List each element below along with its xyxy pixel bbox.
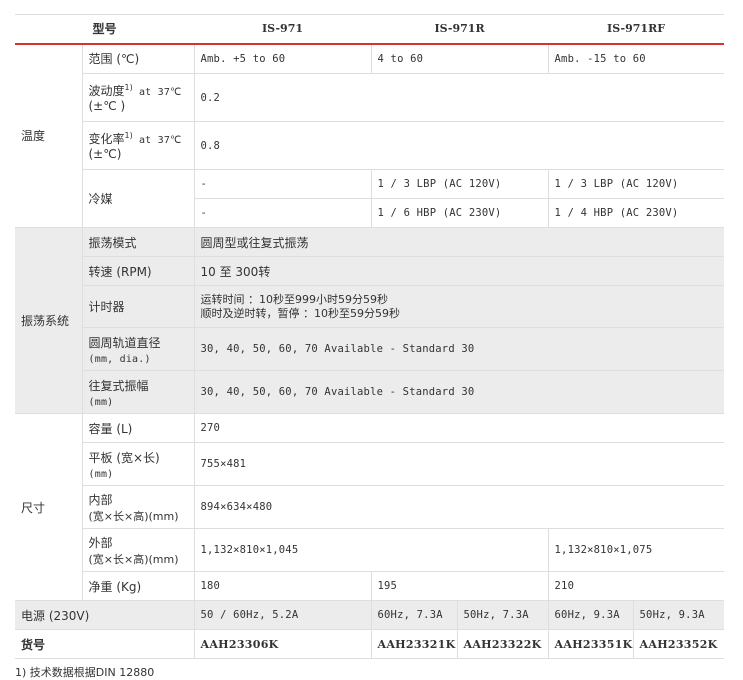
label-capacity: 容量 (L) [81,413,195,443]
fluct-sup: 1) [124,83,133,92]
cell-refrig-1-2: 1 / 3 LBP (AC 120V) [370,169,549,199]
timer-line-1: 运转时间 ：10秒至999小时59分59秒 [200,292,388,306]
cell-plate: 755×481 [193,442,725,486]
inner-text: 内部 [88,492,113,507]
inner-unit: (宽×长×高)(mm) [88,509,179,523]
cell-weight-3: 210 [547,571,725,601]
fluct-text: 波动度 [88,84,125,98]
row-catalog: 货号 AAH23306K AAH23321K AAH23322K AAH2335… [15,629,725,659]
timer-line-2: 顺时及逆时转，暂停 ：10秒至59分59秒 [200,306,401,320]
cell-code-5: AAH23352K [632,629,725,659]
cell-timer: 运转时间 ：10秒至999小时59分59秒 顺时及逆时转，暂停 ：10秒至59分… [193,285,725,328]
cell-outer-b: 1,132×810×1,075 [547,528,725,572]
row-weight: 净重 (Kg) 180 195 210 [15,571,725,601]
cell-temp-range-2: 4 to 60 [370,43,549,74]
plate-unit: (mm) [88,468,114,480]
label-amplitude: 往复式振幅 (mm) [81,370,195,414]
cell-weight-2: 195 [370,571,549,601]
row-variation: 变化率1) at 37℃ (±℃) 0.8 [15,121,725,170]
row-fluctuation: 波动度1) at 37℃ (±℃ ) 0.2 [15,73,725,122]
cell-amplitude: 30, 40, 50, 60, 70 Available - Standard … [193,370,725,414]
row-capacity: 尺寸 容量 (L) 270 [15,413,725,601]
cell-power-5: 50Hz, 9.3A [632,600,725,630]
cell-shake-mode: 圆周型或往复式振荡 [193,227,725,257]
row-orbit: 圆周轨道直径 (mm, dia.) 30, 40, 50, 60, 70 Ava… [15,327,725,371]
cell-code-1: AAH23306K [193,629,372,659]
row-speed: 转速 (RPM) 10 至 300转 [15,256,725,286]
label-inner: 内部 (宽×长×高)(mm) [81,485,195,529]
header-row: 型号 IS-971 IS-971R IS-971RF [15,14,725,45]
var-at: at 37℃ [132,135,182,146]
cell-fluctuation: 0.2 [193,73,725,122]
cell-refrig-1-1: - [193,169,372,199]
var-sup: 1) [124,131,133,140]
fluct-unit: (±℃ ) [88,99,126,113]
row-shake-mode: 振荡系统 振荡模式 圆周型或往复式振荡 [15,227,725,414]
cell-power-4: 60Hz, 9.3A [547,600,634,630]
orbit-text: 圆周轨道直径 [88,335,161,350]
label-outer: 外部 (宽×长×高)(mm) [81,528,195,572]
plate-text: 平板 (宽×长) [88,450,160,465]
cell-temp-range-3: Amb. -15 to 60 [547,43,725,74]
header-is-971r: IS-971R [371,14,549,45]
row-outer: 外部 (宽×长×高)(mm) 1,132×810×1,045 1,132×810… [15,528,725,572]
label-shake-mode: 振荡模式 [81,227,195,257]
outer-text: 外部 [88,535,113,550]
label-speed: 转速 (RPM) [81,256,195,286]
cell-inner: 894×634×480 [193,485,725,529]
label-power: 电源 (230V) [15,600,195,630]
label-plate: 平板 (宽×长) (mm) [81,442,195,486]
row-plate: 平板 (宽×长) (mm) 755×481 [15,442,725,486]
label-refrigerant: 冷媒 [81,169,195,228]
cell-temp-range-1: Amb. +5 to 60 [193,43,372,74]
orbit-unit: (mm, dia.) [88,353,151,365]
amp-text: 往复式振幅 [88,378,149,393]
row-timer: 计时器 运转时间 ：10秒至999小时59分59秒 顺时及逆时转，暂停 ：10秒… [15,285,725,328]
fluct-at: at 37℃ [132,87,182,98]
cell-outer-a: 1,132×810×1,045 [193,528,549,572]
label-weight: 净重 (Kg) [81,571,195,601]
row-power: 电源 (230V) 50 / 60Hz, 5.2A 60Hz, 7.3A 50H… [15,600,725,630]
row-amplitude: 往复式振幅 (mm) 30, 40, 50, 60, 70 Available … [15,370,725,414]
label-variation: 变化率1) at 37℃ (±℃) [81,121,195,170]
cell-speed: 10 至 300转 [193,256,725,286]
footnote: 1) 技术数据根据DIN 12880 [15,666,155,679]
outer-unit: (宽×长×高)(mm) [88,552,179,566]
group-dimensions: 尺寸 [15,413,83,601]
group-temperature: 温度 [15,43,83,228]
var-unit: (±℃) [88,147,122,161]
spec-table: 型号 IS-971 IS-971R IS-971RF 温度 范围 (℃) Amb… [15,14,725,659]
cell-orbit: 30, 40, 50, 60, 70 Available - Standard … [193,327,725,371]
cell-power-1: 50 / 60Hz, 5.2A [193,600,372,630]
header-is-971: IS-971 [194,14,372,45]
cell-capacity: 270 [193,413,725,443]
label-temp-range: 范围 (℃) [81,43,195,74]
header-is-971rf: IS-971RF [548,14,725,45]
row-inner: 内部 (宽×长×高)(mm) 894×634×480 [15,485,725,529]
cell-refrig-2-1: - [193,198,372,228]
label-fluctuation: 波动度1) at 37℃ (±℃ ) [81,73,195,122]
cell-refrig-1-3: 1 / 3 LBP (AC 120V) [547,169,725,199]
cell-code-2: AAH23321K [370,629,458,659]
cell-code-3: AAH23322K [456,629,549,659]
cell-refrig-2-3: 1 / 4 HBP (AC 230V) [547,198,725,228]
cell-power-2: 60Hz, 7.3A [370,600,458,630]
row-refrigerant-1: 冷媒 - 1 / 3 LBP (AC 120V) 1 / 3 LBP (AC 1… [15,169,725,228]
cell-weight-1: 180 [193,571,372,601]
group-shaking: 振荡系统 [15,227,83,414]
label-orbit: 圆周轨道直径 (mm, dia.) [81,327,195,371]
var-text: 变化率 [88,132,125,146]
amp-unit: (mm) [88,396,114,408]
row-temp-range: 温度 范围 (℃) Amb. +5 to 60 4 to 60 Amb. -15… [15,43,725,228]
header-model: 型号 [15,14,195,45]
cell-power-3: 50Hz, 7.3A [456,600,549,630]
label-catalog: 货号 [15,629,195,659]
cell-refrig-2-2: 1 / 6 HBP (AC 230V) [370,198,549,228]
label-timer: 计时器 [81,285,195,328]
cell-variation: 0.8 [193,121,725,170]
cell-code-4: AAH23351K [547,629,634,659]
